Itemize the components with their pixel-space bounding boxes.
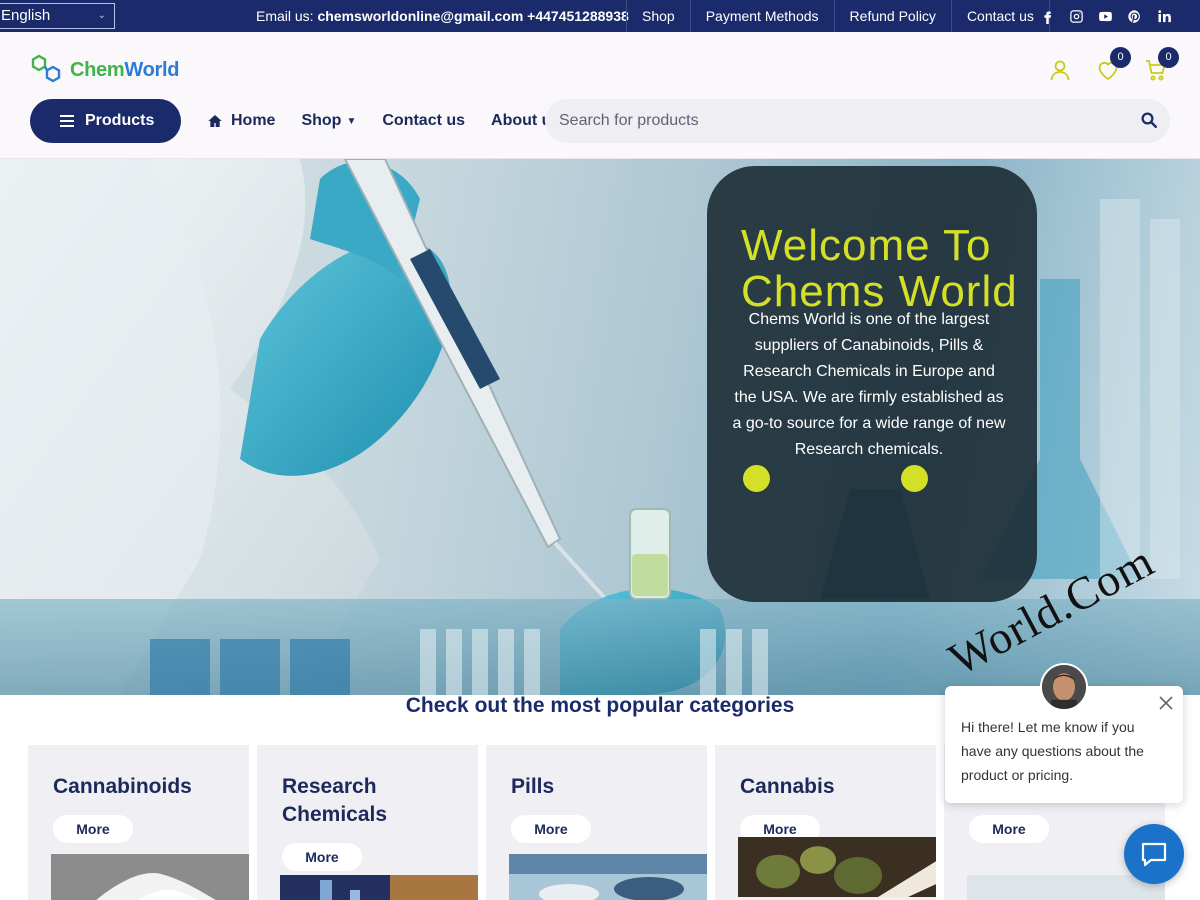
- site-logo[interactable]: ChemWorld: [30, 54, 179, 86]
- agent-face-icon: [1042, 665, 1086, 709]
- toplink-refund-policy[interactable]: Refund Policy: [833, 0, 951, 32]
- search-bar: [545, 99, 1170, 143]
- search-icon[interactable]: [1140, 111, 1158, 129]
- chevron-down-icon: ⌄: [97, 10, 106, 21]
- logo-text-chem: Chem: [70, 58, 125, 81]
- nav-home-label: Home: [231, 112, 276, 129]
- top-bar: English ⌄ Email us: chemsworldonline@gma…: [0, 0, 1200, 32]
- social-links: [1038, 0, 1173, 32]
- chevron-down-icon: ▼: [346, 115, 357, 127]
- header-actions: 0 0: [1048, 47, 1179, 81]
- chat-agent-avatar: [1040, 663, 1088, 711]
- nav-contact-label: Contact us: [382, 112, 466, 129]
- products-menu-button[interactable]: Products: [30, 99, 181, 143]
- youtube-icon[interactable]: [1096, 9, 1115, 24]
- hamburger-icon: [60, 115, 74, 127]
- more-button[interactable]: More: [53, 815, 133, 843]
- toplink-shop[interactable]: Shop: [626, 0, 690, 32]
- toplink-payment-methods[interactable]: Payment Methods: [689, 0, 834, 32]
- nav-home[interactable]: Home: [207, 112, 275, 130]
- chat-message: Hi there! Let me know if you have any qu…: [961, 719, 1144, 783]
- category-title: Cannabinoids: [53, 775, 192, 798]
- cannabis-image: [738, 837, 936, 897]
- pinterest-icon[interactable]: [1125, 9, 1144, 24]
- category-title: Research Chemicals: [282, 775, 388, 826]
- logo-text-world: World: [124, 58, 180, 81]
- products-menu-label: Products: [85, 112, 155, 129]
- category-title: Cannabis: [740, 775, 835, 798]
- top-links: Shop Payment Methods Refund Policy Conta…: [626, 0, 1050, 32]
- chat-icon: [1141, 842, 1167, 867]
- logo-text: ChemWorld: [70, 59, 179, 82]
- wishlist-button[interactable]: 0: [1096, 47, 1131, 81]
- category-title: Pills: [511, 775, 555, 798]
- email-label: Email us:: [256, 8, 314, 24]
- hero-banner: Welcome To Chems World Chems World is on…: [0, 159, 1200, 695]
- toplink-contact-us[interactable]: Contact us: [950, 0, 1050, 32]
- linkedin-icon[interactable]: [1154, 9, 1173, 24]
- category-card-research-chemicals[interactable]: Research Chemicals More: [257, 745, 478, 900]
- category-card-pills[interactable]: Pills More: [486, 745, 707, 900]
- instagram-icon[interactable]: [1067, 9, 1086, 24]
- more-button[interactable]: More: [511, 815, 591, 843]
- contact-email: Email us: chemsworldonline@gmail.com +44…: [256, 0, 629, 32]
- chat-launcher-button[interactable]: [1124, 824, 1184, 884]
- main-nav: Home Shop ▼ Contact us About us: [207, 99, 586, 143]
- language-select-value: English: [1, 7, 51, 24]
- home-icon: [208, 115, 222, 127]
- close-icon[interactable]: [1159, 696, 1173, 710]
- lab-equipment-image: [280, 875, 478, 900]
- pills-image: [509, 854, 707, 900]
- hero-title: Welcome To Chems World: [741, 221, 1018, 316]
- search-input[interactable]: [545, 99, 1105, 143]
- molecule-logo-icon: [31, 54, 61, 83]
- wishlist-count-badge: 0: [1110, 47, 1131, 68]
- slider-dot[interactable]: [901, 465, 928, 492]
- nav-contact[interactable]: Contact us: [382, 112, 465, 130]
- slider-dot[interactable]: [743, 465, 770, 492]
- facebook-icon[interactable]: [1038, 9, 1057, 24]
- account-button[interactable]: [1048, 52, 1072, 81]
- nav-shop[interactable]: Shop ▼: [301, 112, 356, 130]
- powder-image: [51, 854, 249, 900]
- user-icon: [1050, 60, 1070, 81]
- category-card-cannabis[interactable]: Cannabis More: [715, 745, 936, 900]
- category-card-cannabinoids[interactable]: Cannabinoids More: [28, 745, 249, 900]
- more-button[interactable]: More: [969, 815, 1049, 843]
- nav-shop-label: Shop: [301, 112, 342, 129]
- site-header: ChemWorld 0 0 Products Home Shop ▼ Conta…: [0, 32, 1200, 159]
- cart-button[interactable]: 0: [1144, 47, 1179, 81]
- more-button[interactable]: More: [282, 843, 362, 871]
- cart-count-badge: 0: [1158, 47, 1179, 68]
- email-contact[interactable]: chemsworldonline@gmail.com +447451288938: [317, 8, 628, 24]
- hero-description: Chems World is one of the largest suppli…: [732, 311, 1006, 458]
- category-image: [967, 875, 1165, 900]
- language-select[interactable]: English ⌄: [0, 3, 115, 29]
